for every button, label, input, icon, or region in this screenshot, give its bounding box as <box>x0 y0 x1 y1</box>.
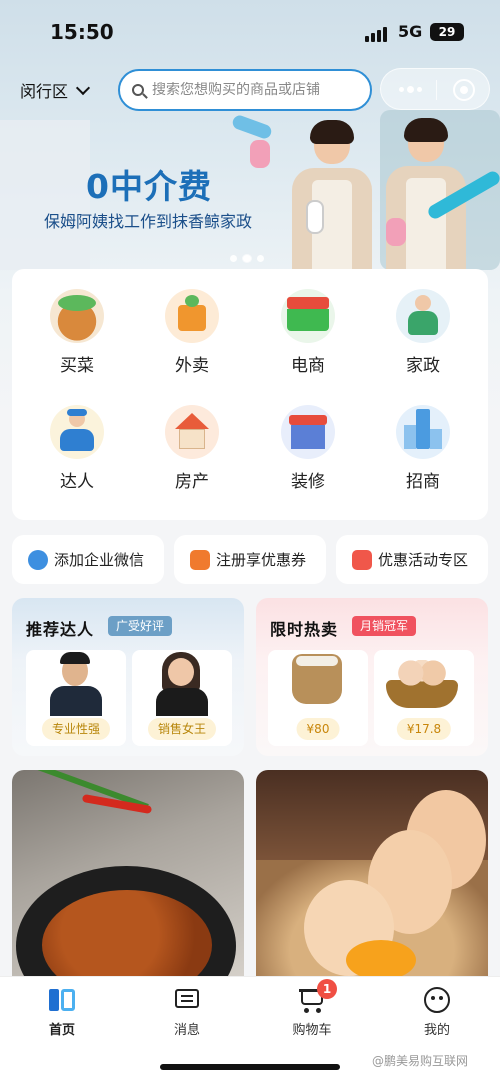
house-icon <box>165 405 219 459</box>
watermark: @鹏美易购互联网 <box>372 1054 469 1068</box>
network-type: 5G <box>398 22 423 41</box>
promo-banner[interactable]: 0中介费 保姆阿姨找工作到抹香鲸家政 <box>0 113 500 280</box>
price-chip: ¥17.8 <box>396 718 452 740</box>
service-dianshang[interactable]: 电商 <box>253 269 363 376</box>
profile-icon <box>424 987 450 1013</box>
top-bar: 闵行区 <box>0 66 500 114</box>
search-bar[interactable] <box>118 69 372 111</box>
tab-profile[interactable]: 我的 <box>397 987 477 1038</box>
product-tile[interactable]: ¥80 <box>268 650 368 746</box>
expert-person-icon <box>50 405 104 459</box>
quick-link-register-coupon[interactable]: 注册享优惠券 <box>174 535 326 584</box>
banner-pagination <box>230 255 264 262</box>
business-building-icon <box>396 405 450 459</box>
chevron-down-icon <box>75 80 91 95</box>
vegetable-basket-icon <box>50 289 104 343</box>
status-time: 15:50 <box>50 20 114 44</box>
service-jiazheng[interactable]: 家政 <box>368 269 478 376</box>
renovation-shop-icon <box>281 405 335 459</box>
gift-icon <box>352 549 372 570</box>
expert-tile[interactable]: 专业性强 <box>26 650 126 746</box>
cart-icon: 1 <box>299 979 337 1013</box>
feed-item-braised-chicken[interactable] <box>12 770 244 990</box>
hot-sale-title: 限时热卖 <box>270 620 339 639</box>
tab-messages[interactable]: 消息 <box>147 987 227 1038</box>
signal-icon <box>365 24 391 42</box>
service-waimai[interactable]: 外卖 <box>137 269 247 376</box>
service-maicai[interactable]: 买菜 <box>22 269 132 376</box>
district-label: 闵行区 <box>20 82 69 101</box>
expert-tile[interactable]: 销售女王 <box>132 650 232 746</box>
recommend-experts-card[interactable]: 推荐达人 广受好评 专业性强 销售女王 <box>12 598 244 756</box>
housekeeper-illustration <box>250 120 382 280</box>
service-daren[interactable]: 达人 <box>22 385 132 492</box>
quick-link-promo-zone[interactable]: 优惠活动专区 <box>336 535 488 584</box>
battery-icon: 29 <box>430 23 464 41</box>
cart-badge: 1 <box>317 979 337 999</box>
service-fangchan[interactable]: 房产 <box>137 385 247 492</box>
search-input[interactable] <box>152 82 352 98</box>
banner-headline: 0中介费 <box>86 167 212 206</box>
product-tile[interactable]: ¥17.8 <box>374 650 474 746</box>
search-icon <box>132 84 144 96</box>
miniapp-capsule <box>380 68 490 110</box>
hot-sale-card[interactable]: 限时热卖 月销冠军 ¥80 ¥17.8 <box>256 598 488 756</box>
expert-chip: 专业性强 <box>41 718 111 740</box>
tab-home[interactable]: 首页 <box>22 987 102 1038</box>
district-selector[interactable]: 闵行区 <box>20 78 91 102</box>
wechat-work-icon <box>28 549 48 570</box>
close-miniapp-icon[interactable] <box>453 79 475 101</box>
home-logo-icon <box>49 987 75 1013</box>
feed-item-eggs[interactable] <box>256 770 488 990</box>
housekeeper-icon <box>396 289 450 343</box>
message-icon <box>174 987 200 1013</box>
tab-cart[interactable]: 1 购物车 <box>272 979 352 1038</box>
expert-chip: 销售女王 <box>147 718 217 740</box>
recommend-tag: 广受好评 <box>108 616 173 636</box>
coupon-icon <box>190 549 210 570</box>
takeout-box-icon <box>165 289 219 343</box>
hot-sale-tag: 月销冠军 <box>352 616 417 636</box>
home-indicator[interactable] <box>160 1064 340 1070</box>
banner-subtitle: 保姆阿姨找工作到抹香鲸家政 <box>44 212 253 231</box>
status-bar: 15:50 5G 29 <box>0 0 500 64</box>
service-grid: 买菜 外卖 电商 家政 达人 房产 装修 招商 <box>12 269 488 520</box>
recommend-title: 推荐达人 <box>26 620 95 639</box>
service-zhaoshang[interactable]: 招商 <box>368 385 478 492</box>
service-zhuangxiu[interactable]: 装修 <box>253 385 363 492</box>
quick-link-wechat-work[interactable]: 添加企业微信 <box>12 535 164 584</box>
price-chip: ¥80 <box>296 718 340 740</box>
market-store-icon <box>281 289 335 343</box>
more-icon[interactable] <box>399 86 422 93</box>
